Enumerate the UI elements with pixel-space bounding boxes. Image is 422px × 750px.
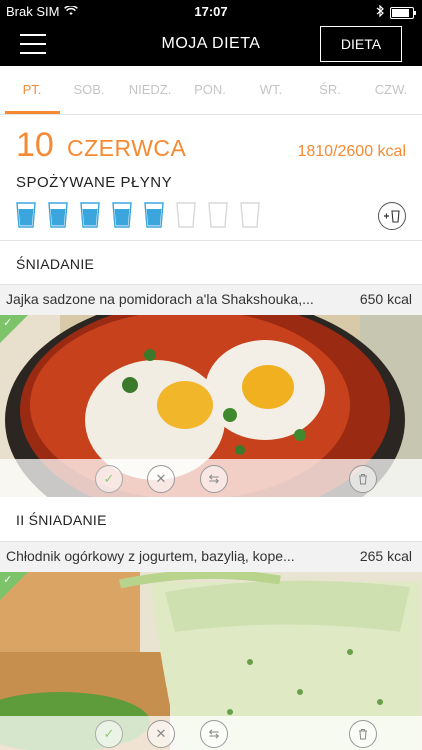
dish-name[interactable]: Jajka sadzone na pomidorach a'la Shaksho… bbox=[6, 291, 336, 307]
glass-empty-icon[interactable] bbox=[176, 202, 196, 228]
eaten-check-icon: ✓ bbox=[0, 315, 28, 343]
meal-actions: ✓ ✕ ⇆ bbox=[0, 716, 422, 750]
dish-kcal: 650 kcal bbox=[359, 291, 412, 307]
active-tab-indicator bbox=[5, 111, 60, 114]
glass-filled-icon[interactable] bbox=[80, 202, 100, 228]
divider bbox=[0, 240, 422, 241]
dish-kcal: 265 kcal bbox=[359, 548, 412, 564]
tab-day[interactable]: SOB. bbox=[59, 82, 119, 97]
battery-icon bbox=[390, 6, 416, 19]
meal-title: II ŚNIADANIE bbox=[16, 512, 107, 528]
remove-icon[interactable]: ✕ bbox=[147, 465, 175, 493]
fluids-title: SPOŻYWANE PŁYNY bbox=[16, 174, 173, 191]
glass-filled-icon[interactable] bbox=[144, 202, 164, 228]
add-drink-icon[interactable] bbox=[378, 202, 406, 230]
dish-row[interactable]: Chłodnik ogórkowy z jogurtem, bazylią, k… bbox=[0, 541, 422, 572]
meal-title: ŚNIADANIE bbox=[16, 256, 95, 272]
tab-day[interactable]: WT. bbox=[241, 82, 301, 97]
day-tabs: PT. SOB. NIEDZ. PON. WT. ŚR. CZW. bbox=[0, 66, 422, 115]
confirm-icon[interactable]: ✓ bbox=[95, 720, 123, 748]
clock: 17:07 bbox=[194, 4, 228, 19]
swap-icon[interactable]: ⇆ bbox=[200, 720, 228, 748]
glass-empty-icon[interactable] bbox=[240, 202, 260, 228]
nav-bar: MOJA DIETA DIETA bbox=[0, 22, 422, 66]
dish-name[interactable]: Chłodnik ogórkowy z jogurtem, bazylią, k… bbox=[6, 548, 336, 564]
glass-filled-icon[interactable] bbox=[48, 202, 68, 228]
glass-empty-icon[interactable] bbox=[208, 202, 228, 228]
status-bar: Brak SIM 17:07 bbox=[0, 0, 422, 22]
glass-filled-icon[interactable] bbox=[16, 202, 36, 228]
kcal-total: 1810/2600 kcal bbox=[297, 143, 406, 160]
tab-day[interactable]: PT. bbox=[2, 82, 62, 97]
diet-button[interactable]: DIETA bbox=[320, 26, 402, 62]
bluetooth-icon bbox=[376, 4, 384, 20]
tab-day[interactable]: CZW. bbox=[361, 82, 421, 97]
date-month: CZERWCA bbox=[67, 135, 187, 161]
tab-day[interactable]: NIEDZ. bbox=[120, 82, 180, 97]
confirm-icon[interactable]: ✓ bbox=[95, 465, 123, 493]
fluid-glasses bbox=[16, 202, 260, 228]
glass-filled-icon[interactable] bbox=[112, 202, 132, 228]
trash-icon[interactable] bbox=[349, 465, 377, 493]
tab-day[interactable]: ŚR. bbox=[300, 82, 360, 97]
remove-icon[interactable]: ✕ bbox=[147, 720, 175, 748]
eaten-check-icon: ✓ bbox=[0, 572, 28, 600]
trash-icon[interactable] bbox=[349, 720, 377, 748]
dish-row[interactable]: Jajka sadzone na pomidorach a'la Shaksho… bbox=[0, 284, 422, 315]
tab-day[interactable]: PON. bbox=[180, 82, 240, 97]
meal-actions: ✓ ✕ ⇆ bbox=[0, 459, 422, 497]
date-day: 10 bbox=[16, 126, 54, 164]
swap-icon[interactable]: ⇆ bbox=[200, 465, 228, 493]
